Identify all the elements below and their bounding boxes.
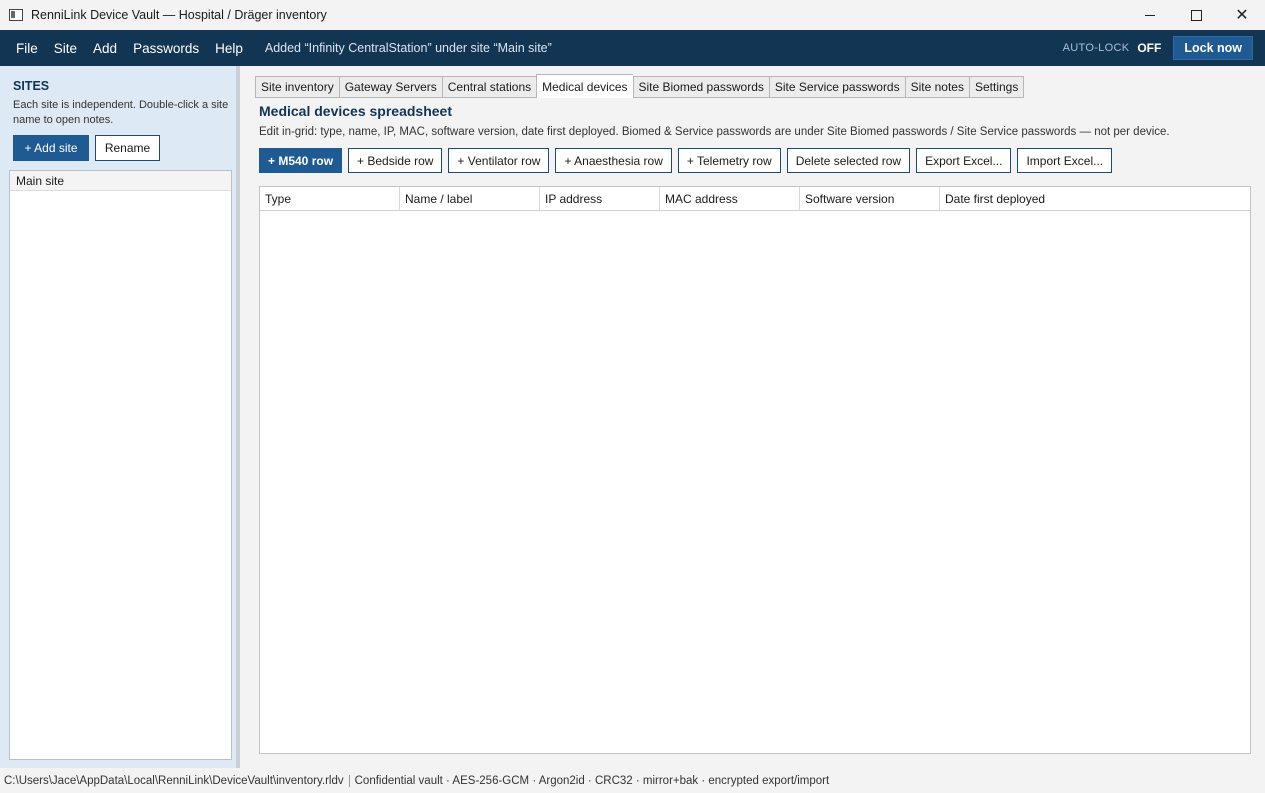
add-telemetry-row-button[interactable]: + Telemetry row [677,148,781,173]
add-m540-row-button[interactable]: + M540 row [259,148,343,173]
menu-add[interactable]: Add [85,41,125,56]
add-bedside-row-button[interactable]: + Bedside row [348,148,443,173]
export-excel-button[interactable]: Export Excel... [916,148,1012,173]
tab-site-notes[interactable]: Site notes [904,76,969,98]
tab-strip: Site inventory Gateway Servers Central s… [255,74,1025,98]
column-header-mac[interactable]: MAC address [660,187,800,210]
column-header-ip[interactable]: IP address [540,187,660,210]
maximize-icon[interactable] [1173,0,1219,30]
close-icon[interactable]: ✕ [1219,0,1265,30]
autolock-value[interactable]: OFF [1137,41,1161,55]
import-excel-button[interactable]: Import Excel... [1017,148,1113,173]
window-title: RenniLink Device Vault — Hospital / Dräg… [31,8,327,22]
menu-passwords[interactable]: Passwords [125,41,207,56]
autolock-label: AUTO-LOCK [1062,42,1130,54]
column-header-date[interactable]: Date first deployed [940,187,1250,210]
vault-info: Confidential vault · AES-256-GCM · Argon… [354,774,830,787]
window-controls: ✕ [1127,0,1265,30]
sites-help-text: Each site is independent. Double-click a… [13,99,229,126]
lock-now-button[interactable]: Lock now [1173,36,1253,60]
menu-bar: File Site Add Passwords Help Added “Infi… [0,30,1265,66]
column-header-software[interactable]: Software version [800,187,940,210]
add-ventilator-row-button[interactable]: + Ventilator row [448,148,550,173]
tab-site-biomed-passwords[interactable]: Site Biomed passwords [632,76,769,98]
vault-path: C:\Users\Jace\AppData\Local\RenniLink\De… [0,774,350,787]
sites-heading: SITES [13,79,50,93]
page-title: Medical devices spreadsheet [259,103,452,119]
status-bar: C:\Users\Jace\AppData\Local\RenniLink\De… [0,768,1265,793]
tab-settings[interactable]: Settings [968,76,1025,98]
main-panel: Site inventory Gateway Servers Central s… [244,66,1265,768]
page-description: Edit in-grid: type, name, IP, MAC, softw… [259,126,1170,138]
column-header-type[interactable]: Type [260,187,400,210]
column-header-name[interactable]: Name / label [400,187,540,210]
title-bar: RenniLink Device Vault — Hospital / Dräg… [0,0,1265,30]
sites-sidebar: SITES Each site is independent. Double-c… [0,66,240,768]
menu-help[interactable]: Help [207,41,251,56]
menu-file[interactable]: File [8,41,46,56]
app-window-icon [9,9,23,21]
tab-site-inventory[interactable]: Site inventory [255,76,339,98]
delete-selected-row-button[interactable]: Delete selected row [786,148,911,173]
add-site-button[interactable]: + Add site [13,135,89,161]
site-list[interactable]: Main site [9,170,232,760]
tab-gateway-servers[interactable]: Gateway Servers [338,76,442,98]
devices-grid[interactable]: Type Name / label IP address MAC address… [259,186,1251,754]
grid-header: Type Name / label IP address MAC address… [260,187,1250,211]
menu-site[interactable]: Site [46,41,85,56]
site-list-item[interactable]: Main site [10,171,231,191]
minimize-icon[interactable] [1127,0,1173,30]
add-anaesthesia-row-button[interactable]: + Anaesthesia row [555,148,672,173]
tab-central-stations[interactable]: Central stations [441,76,537,98]
status-message: Added “Infinity CentralStation” under si… [264,41,552,55]
action-toolbar: + M540 row + Bedside row + Ventilator ro… [259,148,1118,173]
autolock-area: AUTO-LOCK OFF Lock now [1063,30,1265,66]
tab-site-service-passwords[interactable]: Site Service passwords [768,76,905,98]
rename-button[interactable]: Rename [95,135,160,161]
tab-medical-devices[interactable]: Medical devices [536,74,633,98]
